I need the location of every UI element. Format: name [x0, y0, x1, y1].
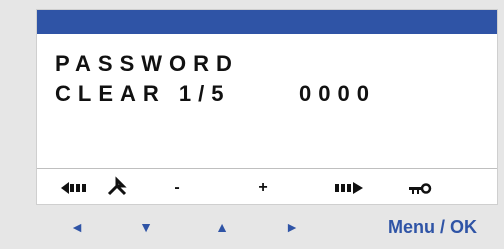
right-arrow-icon [333, 176, 367, 200]
clear-label: CLEAR 1/5 [55, 81, 231, 106]
minus-label: - [174, 179, 180, 196]
down-button[interactable]: ▼ [136, 212, 156, 242]
right-button[interactable]: ► [282, 212, 302, 242]
move-icon [105, 176, 129, 200]
device-panel: PASSWORD CLEAR 1/5 0000 - + ◄ ▼ ▲ ► Menu… [0, 0, 504, 249]
key-icon [406, 176, 434, 200]
menu-ok-button[interactable]: Menu / OK [388, 212, 477, 242]
title-bar [37, 10, 497, 34]
lcd-screen: PASSWORD CLEAR 1/5 0000 - + [36, 9, 498, 205]
left-button[interactable]: ◄ [67, 212, 87, 242]
password-value[interactable]: 0000 [299, 81, 376, 107]
up-button[interactable]: ▲ [212, 212, 232, 242]
left-arrow-icon [59, 176, 91, 200]
menu-title: PASSWORD [55, 51, 239, 76]
plus-label: + [258, 179, 268, 196]
softkey-divider [37, 168, 497, 169]
